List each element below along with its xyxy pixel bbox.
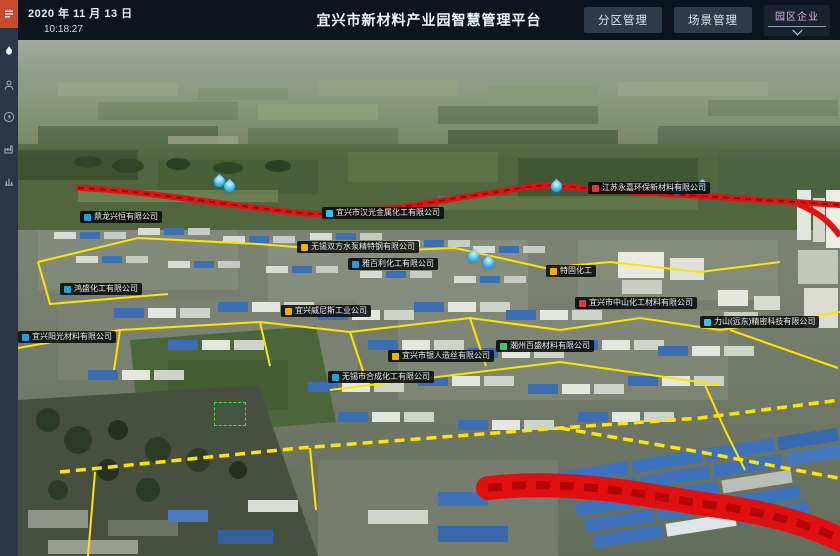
enterprise-marker-icon xyxy=(64,286,71,293)
enterprise-marker-icon xyxy=(550,268,557,275)
toolbar-menu-button[interactable] xyxy=(0,0,18,28)
enterprise-marker-icon xyxy=(500,343,507,350)
enterprise-name: 宜兴威尼斯工业公司 xyxy=(295,307,367,315)
enterprise-name: 无锡双方水泵精特钢有限公司 xyxy=(311,243,415,251)
enterprise-label[interactable]: 力山(远东)精密科技有限公司 xyxy=(700,316,819,328)
enterprise-name: 宜兴市汉光金属化工有限公司 xyxy=(336,209,440,217)
enterprise-name: 无锡市合成化工有限公司 xyxy=(342,373,430,381)
toolbar-power-button[interactable] xyxy=(0,104,18,130)
park-enterprise-dropdown[interactable]: 园区企业 xyxy=(764,5,830,36)
scene-management-button[interactable]: 场景管理 xyxy=(674,7,752,33)
enterprise-label[interactable]: 宜兴市银人造丝有限公司 xyxy=(388,350,494,362)
enterprise-marker-icon xyxy=(84,214,91,221)
enterprise-label[interactable]: 潮州百盛材料有限公司 xyxy=(496,340,594,352)
power-icon xyxy=(3,111,15,123)
enterprise-label[interactable]: 鼎龙兴恒有限公司 xyxy=(80,211,162,223)
header-actions: 分区管理 场景管理 园区企业 xyxy=(584,5,840,36)
person-icon xyxy=(3,79,15,91)
enterprise-name: 潮州百盛材料有限公司 xyxy=(510,342,590,350)
enterprise-marker-icon xyxy=(22,334,29,341)
enterprise-name: 宜兴市银人造丝有限公司 xyxy=(402,352,490,360)
enterprise-name: 宜兴阳光材料有限公司 xyxy=(32,333,112,341)
enterprise-label[interactable]: 无锡市合成化工有限公司 xyxy=(328,371,434,383)
bar-chart-icon xyxy=(3,175,15,187)
zone-management-button[interactable]: 分区管理 xyxy=(584,7,662,33)
enterprise-name: 特固化工 xyxy=(560,267,592,275)
water-drop-marker[interactable] xyxy=(466,249,482,265)
selection-box xyxy=(214,402,246,426)
current-time: 10:18:27 xyxy=(44,24,133,35)
top-header: 2020 年 11 月 13 日 10:18:27 宜兴市新材料产业园智慧管理平… xyxy=(18,0,840,40)
toolbar-chart-button[interactable] xyxy=(0,168,18,194)
datetime-block: 2020 年 11 月 13 日 10:18:27 xyxy=(18,5,133,35)
enterprise-label[interactable]: 宜兴市汉光金属化工有限公司 xyxy=(322,207,444,219)
enterprise-label[interactable]: 无锡双方水泵精特钢有限公司 xyxy=(297,241,419,253)
park-enterprise-label: 园区企业 xyxy=(775,8,819,23)
enterprise-name: 鼎龙兴恒有限公司 xyxy=(94,213,158,221)
enterprise-marker-icon xyxy=(301,244,308,251)
enterprise-label[interactable]: 特固化工 xyxy=(546,265,596,277)
map-3d-view[interactable]: 鼎龙兴恒有限公司 宜兴市汉光金属化工有限公司无锡双方水泵精特钢有限公司雅百利化工有… xyxy=(18,40,840,556)
enterprise-marker-icon xyxy=(392,353,399,360)
water-drop-marker[interactable] xyxy=(549,179,565,195)
menu-icon xyxy=(3,8,15,20)
toolbar-fire-button[interactable] xyxy=(0,38,18,64)
enterprise-label[interactable]: 鸿盛化工有限公司 xyxy=(60,283,142,295)
enterprise-marker-icon xyxy=(704,319,711,326)
toolbar-factory-button[interactable] xyxy=(0,136,18,162)
current-date: 2020 年 11 月 13 日 xyxy=(28,5,133,21)
enterprise-name: 雅百利化工有限公司 xyxy=(362,260,434,268)
water-drop-marker[interactable] xyxy=(481,255,497,271)
toolbar-person-button[interactable] xyxy=(0,72,18,98)
enterprise-label[interactable]: 宜兴威尼斯工业公司 xyxy=(281,305,371,317)
enterprise-marker-icon xyxy=(332,374,339,381)
enterprise-name: 宜兴市中山化工材料有限公司 xyxy=(589,299,693,307)
enterprise-marker-icon xyxy=(592,185,599,192)
left-toolbar xyxy=(0,0,18,556)
enterprise-name: 江苏永嘉环保新材料有限公司 xyxy=(602,184,706,192)
enterprise-marker-icon xyxy=(579,300,586,307)
enterprise-marker-icon xyxy=(326,210,333,217)
label-layer: 鼎龙兴恒有限公司 宜兴市汉光金属化工有限公司无锡双方水泵精特钢有限公司雅百利化工有… xyxy=(18,40,840,556)
factory-icon xyxy=(3,143,15,155)
enterprise-label[interactable]: 宜兴阳光材料有限公司 xyxy=(18,331,116,343)
enterprise-name: 鸿盛化工有限公司 xyxy=(74,285,138,293)
fire-icon xyxy=(3,45,15,57)
enterprise-label[interactable]: 江苏永嘉环保新材料有限公司 xyxy=(588,182,710,194)
chevron-down-icon xyxy=(792,25,802,35)
enterprise-name: 力山(远东)精密科技有限公司 xyxy=(714,318,815,326)
enterprise-label[interactable]: 雅百利化工有限公司 xyxy=(348,258,438,270)
enterprise-marker-icon xyxy=(285,308,292,315)
enterprise-marker-icon xyxy=(352,261,359,268)
enterprise-label[interactable]: 宜兴市中山化工材料有限公司 xyxy=(575,297,697,309)
